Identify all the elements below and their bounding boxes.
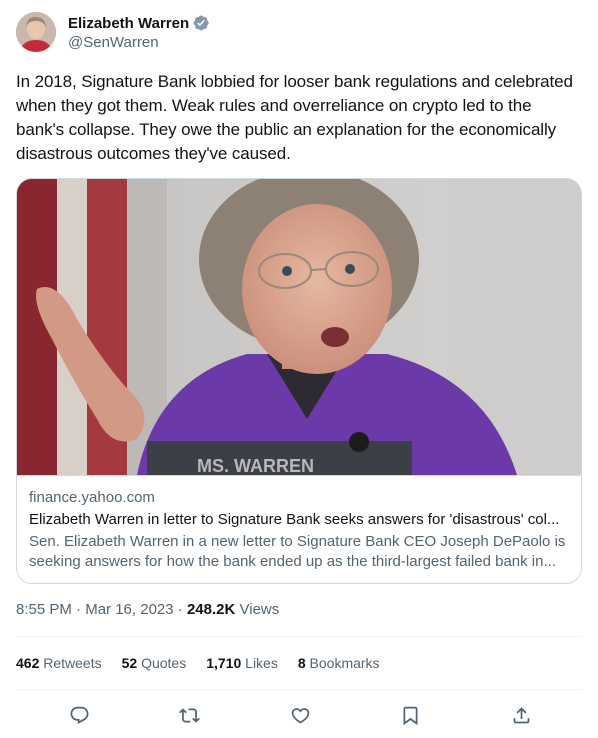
- meta-separator: ·: [177, 601, 183, 618]
- author-handle[interactable]: @SenWarren: [68, 34, 210, 51]
- tweet-detail: Elizabeth Warren @SenWarren In 2018, Sig…: [0, 0, 598, 738]
- retweet-icon: [179, 707, 200, 723]
- tweet-actions: [16, 698, 582, 734]
- retweet-button[interactable]: [173, 698, 207, 732]
- card-description: Sen. Elizabeth Warren in a new letter to…: [29, 533, 566, 570]
- verified-badge-icon[interactable]: [192, 14, 210, 32]
- bookmarks-stat[interactable]: 8 Bookmarks: [298, 653, 380, 673]
- nameplate-text: MS. WARREN: [197, 456, 314, 475]
- divider: [16, 636, 582, 637]
- divider: [16, 689, 582, 690]
- card-domain: finance.yahoo.com: [29, 489, 155, 506]
- reply-icon: [70, 706, 88, 724]
- share-icon: [513, 706, 529, 723]
- like-icon: [291, 707, 309, 724]
- bookmark-icon: [403, 706, 418, 725]
- meta-separator: ·: [76, 601, 82, 618]
- likes-stat[interactable]: 1,710 Likes: [206, 653, 278, 673]
- tweet-stats: 462 Retweets 52 Quotes 1,710 Likes 8 Boo…: [16, 653, 400, 673]
- bookmark-button[interactable]: [394, 698, 428, 732]
- author-display-name[interactable]: Elizabeth Warren: [68, 15, 189, 32]
- card-title: Elizabeth Warren in letter to Signature …: [29, 511, 560, 528]
- author-avatar[interactable]: [16, 12, 56, 52]
- reply-button[interactable]: [62, 698, 96, 732]
- tweet-meta: 8:55 PM · Mar 16, 2023 · 248.2K Views: [16, 600, 279, 620]
- tweet-time[interactable]: 8:55 PM: [16, 601, 72, 618]
- card-image: MS. WARREN: [17, 179, 581, 475]
- tweet-text: In 2018, Signature Bank lobbied for loos…: [16, 72, 578, 163]
- views-label: Views: [239, 601, 280, 618]
- quotes-stat[interactable]: 52 Quotes: [122, 653, 187, 673]
- author-names: Elizabeth Warren @SenWarren: [68, 13, 210, 51]
- like-button[interactable]: [283, 698, 317, 732]
- tweet-header: Elizabeth Warren @SenWarren: [16, 12, 582, 56]
- share-button[interactable]: [504, 698, 538, 732]
- card-body: finance.yahoo.com Elizabeth Warren in le…: [17, 475, 581, 583]
- link-card[interactable]: MS. WARREN finance.yahoo.com Elizabeth W…: [16, 178, 582, 584]
- tweet-date[interactable]: Mar 16, 2023: [85, 601, 173, 618]
- retweets-stat[interactable]: 462 Retweets: [16, 653, 102, 673]
- views-count: 248.2K: [186, 601, 236, 618]
